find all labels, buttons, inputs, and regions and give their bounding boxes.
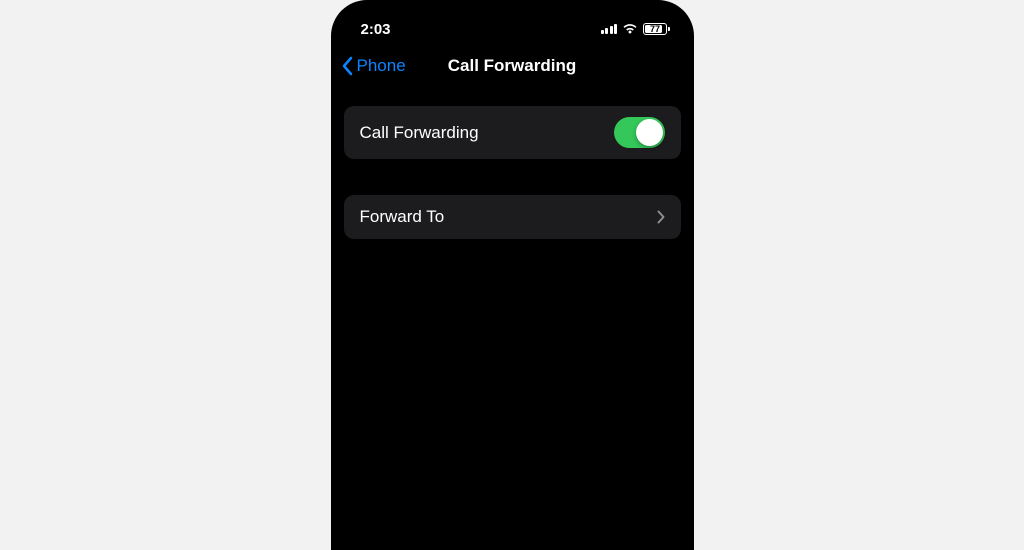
- call-forwarding-toggle[interactable]: [614, 117, 665, 148]
- battery-icon: 77: [643, 23, 670, 35]
- chevron-left-icon: [341, 56, 353, 76]
- back-button-label: Phone: [357, 56, 406, 76]
- battery-level: 77: [650, 24, 660, 34]
- forward-to-row[interactable]: Forward To: [344, 195, 681, 239]
- phone-frame: 2:03 77: [331, 0, 694, 550]
- call-forwarding-row: Call Forwarding: [344, 106, 681, 159]
- forward-to-label: Forward To: [360, 207, 445, 227]
- navigation-bar: Phone Call Forwarding: [331, 44, 694, 88]
- status-bar: 2:03 77: [331, 0, 694, 44]
- status-indicators: 77: [601, 23, 670, 35]
- wifi-icon: [622, 23, 638, 35]
- cellular-signal-icon: [601, 24, 618, 34]
- toggle-knob: [636, 119, 663, 146]
- chevron-right-icon: [657, 210, 665, 224]
- call-forwarding-label: Call Forwarding: [360, 123, 479, 143]
- settings-content: Call Forwarding Forward To: [331, 88, 694, 239]
- page-title: Call Forwarding: [448, 56, 576, 76]
- status-time: 2:03: [361, 21, 391, 38]
- forward-to-group: Forward To: [344, 195, 681, 239]
- call-forwarding-group: Call Forwarding: [344, 106, 681, 159]
- back-button[interactable]: Phone: [341, 56, 406, 76]
